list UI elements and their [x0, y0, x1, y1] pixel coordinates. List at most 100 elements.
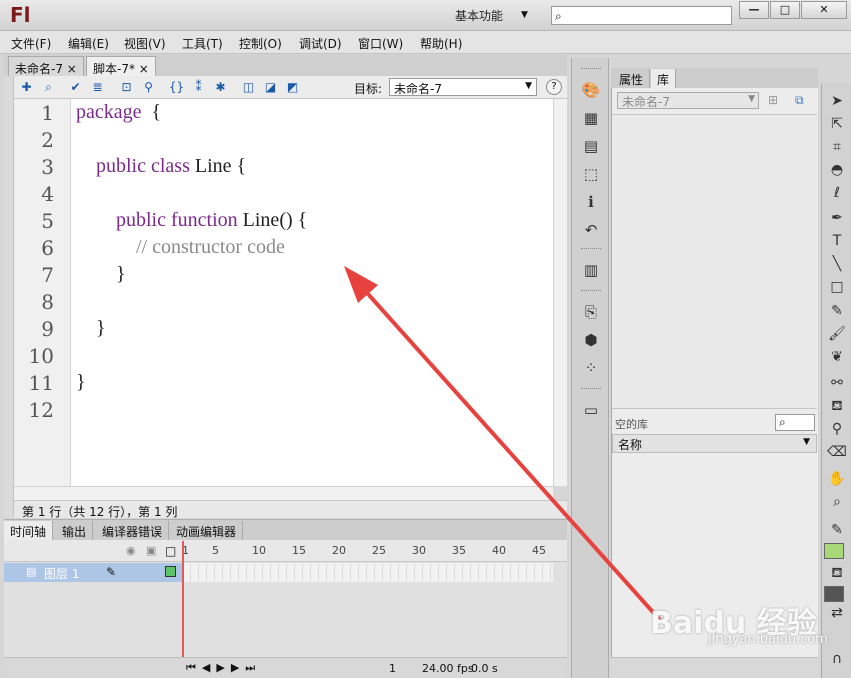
rectangle-tool-icon[interactable]: □	[827, 277, 847, 297]
help-button[interactable]: ?	[546, 79, 562, 95]
tab-motion-editor[interactable]: 动画编辑器	[170, 521, 244, 540]
code-line[interactable]: }	[76, 263, 126, 286]
code-line[interactable]: public function Line() {	[76, 209, 307, 232]
menu-debug[interactable]: 调试(D)	[299, 35, 342, 52]
search-input[interactable]: ⌕	[551, 6, 732, 25]
code-hint-icon[interactable]: ⊡	[118, 79, 135, 96]
eyedropper-icon[interactable]: ⚲	[827, 419, 847, 439]
paint-bucket-icon[interactable]: ⛾	[827, 396, 847, 416]
collapse-selection-icon[interactable]: ⁑	[190, 79, 207, 96]
zoom-tool-icon[interactable]: ⌕	[827, 492, 847, 512]
find-icon[interactable]: ⌕	[40, 79, 57, 96]
library-document-select[interactable]: 未命名-7 ▼	[617, 92, 759, 109]
menu-tools[interactable]: 工具(T)	[182, 35, 223, 52]
3d-rotation-icon[interactable]: ◓	[827, 160, 847, 180]
tab-script-7[interactable]: 脚本-7* ×	[86, 56, 156, 76]
tab-compiler-errors[interactable]: 编译器错误	[96, 521, 170, 540]
tab-timeline[interactable]: 时间轴	[4, 521, 54, 540]
stroke-color-swatch[interactable]	[824, 543, 844, 559]
eraser-icon[interactable]: ⌫	[827, 442, 847, 462]
remove-comment-icon[interactable]: ◩	[284, 79, 301, 96]
transform-icon[interactable]: ⬚	[581, 164, 601, 184]
pencil-tool-icon[interactable]: ✎	[827, 301, 847, 321]
text-tool-icon[interactable]: T	[827, 231, 847, 251]
collapse-between-braces-icon[interactable]: {}	[168, 79, 185, 96]
pen-tool-icon[interactable]: ✒	[827, 208, 847, 228]
library-column-name[interactable]: 名称 ▼	[612, 434, 817, 453]
lasso-icon[interactable]: ℓ	[827, 183, 847, 203]
menu-control[interactable]: 控制(O)	[239, 35, 282, 52]
grip-icon[interactable]	[581, 248, 601, 252]
menu-window[interactable]: 窗口(W)	[358, 35, 403, 52]
apply-block-comment-icon[interactable]: ◫	[240, 79, 257, 96]
free-transform-icon[interactable]: ⌗	[827, 137, 847, 157]
components-icon[interactable]: ⬢	[581, 330, 601, 350]
frame-grid[interactable]	[183, 563, 553, 582]
snap-icon[interactable]: ∩	[827, 649, 847, 669]
subselection-tool-icon[interactable]: ⇱	[827, 114, 847, 134]
playhead[interactable]	[182, 541, 184, 673]
editor-horizontal-scrollbar[interactable]	[14, 486, 553, 500]
library-search-input[interactable]: ⌕	[775, 414, 815, 431]
layer-name[interactable]: 图层 1	[44, 565, 79, 582]
pin-icon[interactable]: ⊞	[768, 93, 778, 107]
close-icon[interactable]: ×	[67, 62, 77, 76]
code-line[interactable]: }	[76, 371, 86, 394]
chevron-down-icon[interactable]: ▼	[521, 10, 528, 20]
menu-edit[interactable]: 编辑(E)	[68, 35, 109, 52]
scene-icon[interactable]: ▭	[581, 400, 601, 420]
motion-presets-icon[interactable]: ⁘	[581, 358, 601, 378]
library-books-icon[interactable]: ▥	[581, 260, 601, 280]
color-icon[interactable]: 🎨	[581, 80, 601, 100]
code-line[interactable]: public class Line {	[76, 155, 246, 178]
close-button[interactable]: ✕	[801, 1, 847, 19]
tab-library[interactable]: 库	[651, 69, 677, 88]
code-line[interactable]: // constructor code	[76, 236, 285, 259]
align-icon[interactable]: ▤	[581, 136, 601, 156]
line-tool-icon[interactable]: ╲	[827, 254, 847, 274]
lock-icon[interactable]: ▣	[146, 544, 156, 557]
menu-view[interactable]: 视图(V)	[124, 35, 166, 52]
bone-tool-icon[interactable]: ⚯	[827, 373, 847, 393]
selection-tool-icon[interactable]: ➤	[827, 91, 847, 111]
menu-file[interactable]: 文件(F)	[11, 35, 51, 52]
panel-collapse-strip[interactable]	[4, 76, 14, 516]
code-snippets-icon[interactable]: ⎘	[581, 302, 601, 322]
tab-untitled-7[interactable]: 未命名-7 ×	[8, 56, 84, 76]
minimize-button[interactable]: —	[739, 1, 769, 19]
editor-vertical-scrollbar[interactable]	[553, 99, 567, 486]
layer-color-swatch[interactable]	[165, 566, 176, 577]
deco-tool-icon[interactable]: ❦	[827, 347, 847, 367]
history-icon[interactable]: ↶	[581, 220, 601, 240]
close-icon[interactable]: ×	[139, 62, 149, 76]
hand-tool-icon[interactable]: ✋	[827, 469, 847, 489]
tab-output[interactable]: 输出	[56, 521, 94, 540]
new-library-icon[interactable]: ⧉	[795, 93, 804, 108]
check-syntax-icon[interactable]: ✔	[67, 79, 84, 96]
menu-help[interactable]: 帮助(H)	[420, 35, 462, 52]
code-line[interactable]: package {	[76, 101, 161, 124]
eye-icon[interactable]: ◉	[126, 544, 136, 557]
workspace-switcher[interactable]: 基本功能	[455, 7, 503, 24]
debug-options-icon[interactable]: ⚲	[140, 79, 157, 96]
swap-colors-icon[interactable]: ⇄	[827, 603, 847, 623]
grip-icon[interactable]	[581, 68, 601, 72]
expand-all-icon[interactable]: ✱	[212, 79, 229, 96]
swatches-icon[interactable]: ▦	[581, 108, 601, 128]
target-select[interactable]: 未命名-7 ▼	[389, 78, 537, 96]
frame-rate[interactable]: 24.00 fps	[422, 662, 474, 675]
code-editor[interactable]: package { public class Line { public fun…	[71, 99, 553, 486]
grip-icon[interactable]	[581, 388, 601, 392]
brush-tool-icon[interactable]: 🖌	[827, 324, 847, 344]
maximize-button[interactable]: □	[770, 1, 800, 19]
add-statement-icon[interactable]: ✚	[18, 79, 35, 96]
tab-properties[interactable]: 属性	[613, 69, 651, 88]
fill-color-swatch[interactable]	[824, 586, 844, 602]
info-icon[interactable]: ℹ	[581, 192, 601, 212]
outline-icon[interactable]: □	[165, 544, 176, 558]
grip-icon[interactable]	[581, 290, 601, 294]
playback-controls-icon[interactable]: ⏮◀▶▶⏭	[186, 661, 261, 675]
apply-line-comment-icon[interactable]: ◪	[262, 79, 279, 96]
code-line[interactable]: }	[76, 317, 106, 340]
auto-format-icon[interactable]: ≣	[89, 79, 106, 96]
